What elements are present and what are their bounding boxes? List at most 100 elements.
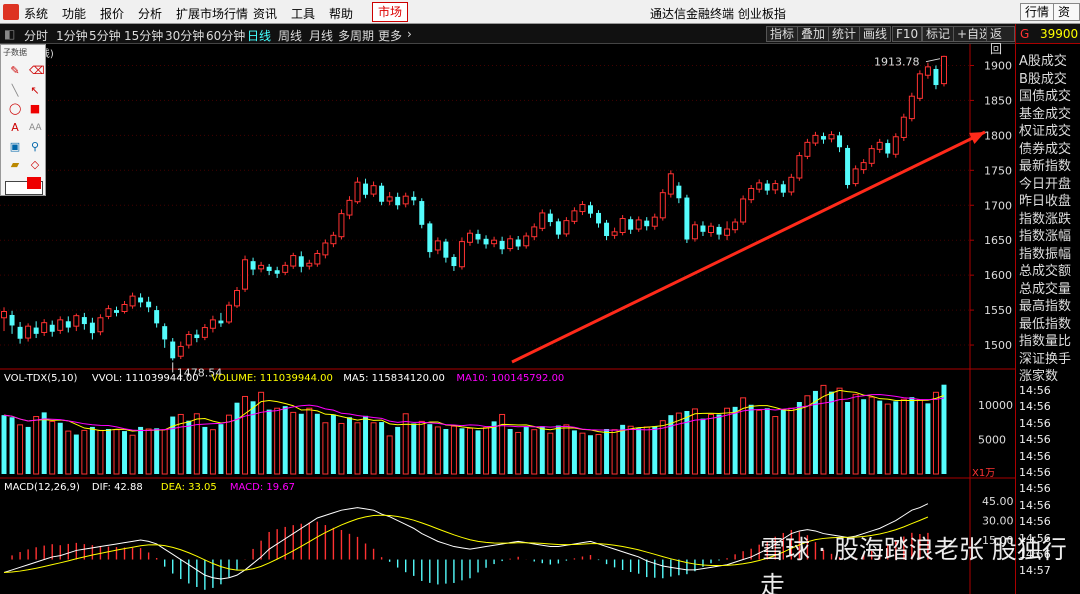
ellipse-icon[interactable]: ◯ [9, 103, 21, 115]
volume-bar [138, 426, 144, 474]
diamond-icon[interactable]: ◇ [29, 159, 41, 171]
info-item[interactable]: 昨日收盘 [1019, 190, 1071, 209]
color-swatch[interactable] [27, 177, 41, 189]
info-item[interactable]: 最低指数 [1019, 313, 1071, 332]
line-icon[interactable]: ╲ [9, 85, 21, 97]
candle-body [282, 264, 289, 273]
info-item[interactable]: 债券成交 [1019, 138, 1071, 157]
candle-body [97, 317, 104, 333]
menu-tools[interactable]: 工具 [291, 5, 315, 22]
draw-line-button[interactable]: 画线 [859, 26, 892, 42]
candle-body [619, 218, 626, 234]
menu-system[interactable]: 系统 [24, 5, 48, 22]
eraser-icon[interactable]: ⌫ [29, 65, 45, 77]
info-item[interactable]: 深证换手 [1019, 348, 1071, 367]
candle-body [138, 297, 144, 303]
candle-body [458, 241, 465, 268]
info-item[interactable]: 今日开盘 [1019, 173, 1071, 192]
candle-body [933, 68, 939, 86]
toggle-panel-icon[interactable]: ◧ [4, 27, 15, 41]
quote-button[interactable]: 行情 [1020, 3, 1055, 21]
pencil-icon[interactable]: ✎ [9, 65, 21, 77]
info-item[interactable]: A股成交 [1019, 50, 1067, 69]
candle-body [379, 185, 385, 202]
period-30min[interactable]: 30分钟 [165, 27, 204, 44]
high-pointer [925, 58, 941, 63]
info-item[interactable]: 指数振幅 [1019, 243, 1071, 262]
info-item[interactable]: 总成交额 [1019, 260, 1071, 279]
info-item[interactable]: 总成交量 [1019, 278, 1071, 297]
candle-body [451, 256, 457, 267]
candle-body [290, 255, 297, 267]
macd-tick-label: 30.00 [982, 515, 1014, 528]
trade-time: 14:56 [1019, 515, 1051, 529]
volume-bar [81, 429, 88, 475]
info-item[interactable]: 指数涨幅 [1019, 225, 1071, 244]
price-tick-label: 1850 [984, 94, 1012, 107]
info-item[interactable]: 权证成交 [1019, 120, 1071, 139]
candle-body [547, 213, 553, 223]
market-tab[interactable]: 市场 [372, 2, 408, 22]
candle-body [772, 183, 779, 191]
candle-body [419, 201, 425, 225]
period-weekly[interactable]: 周线 [278, 27, 302, 44]
rectangle-icon[interactable]: ■ [29, 103, 41, 115]
volume-bar [322, 422, 329, 475]
folder-icon[interactable]: ▰ [9, 159, 21, 171]
text-style-icon[interactable]: AA [29, 122, 42, 134]
menu-help[interactable]: 帮助 [329, 5, 353, 22]
info-item[interactable]: 基金成交 [1019, 103, 1071, 122]
statistics-button[interactable]: 统计 [828, 26, 861, 42]
news-button[interactable]: 资讯 [1053, 3, 1080, 21]
volume-bar [595, 434, 602, 475]
period-more[interactable]: 更多 [378, 27, 402, 44]
zoom-icon[interactable]: ⚲ [29, 141, 41, 153]
trade-time: 14:56 [1019, 449, 1051, 463]
period-60min[interactable]: 60分钟 [206, 27, 245, 44]
info-item[interactable]: 指数量比 [1019, 330, 1071, 349]
info-item[interactable]: 涨家数 [1019, 365, 1058, 384]
volume-bar [691, 408, 698, 475]
period-15min[interactable]: 15分钟 [124, 27, 163, 44]
candle-body [475, 233, 481, 240]
candle-body [258, 264, 265, 270]
volume-bar [491, 421, 497, 474]
arrow-tool-icon[interactable]: ↖ [29, 85, 41, 97]
info-item[interactable]: 最新指数 [1019, 155, 1071, 174]
candle-body [644, 220, 650, 227]
candle-body [828, 134, 835, 140]
volume-bar [877, 400, 883, 474]
volume-bar [563, 424, 570, 475]
period-1min[interactable]: 1分钟 [56, 27, 88, 44]
text-tool-icon[interactable]: A [9, 122, 21, 134]
menu-quote[interactable]: 报价 [100, 5, 124, 22]
indicator-button[interactable]: 指标 [766, 26, 799, 42]
chevron-right-icon[interactable]: › [407, 27, 412, 41]
volume-bar [418, 420, 425, 475]
menu-news[interactable]: 资讯 [253, 5, 277, 22]
candle-body [1, 310, 8, 319]
info-item[interactable]: 最高指数 [1019, 295, 1071, 314]
f10-button[interactable]: F10 [892, 26, 923, 42]
candle-body [33, 327, 39, 334]
volume-bar [154, 428, 160, 474]
menu-analysis[interactable]: 分析 [138, 5, 162, 22]
info-item[interactable]: 指数涨跌 [1019, 208, 1071, 227]
period-daily[interactable]: 日线 [247, 27, 271, 44]
volume-bar [780, 409, 786, 474]
period-multi[interactable]: 多周期 [338, 27, 374, 44]
menu-extended-market[interactable]: 扩展市场行情 [176, 5, 248, 22]
volume-bar [427, 424, 433, 474]
period-5min[interactable]: 5分钟 [89, 27, 121, 44]
candle-body [684, 197, 690, 240]
image-tool-icon[interactable]: ▣ [9, 141, 21, 153]
overlay-button[interactable]: 叠加 [797, 26, 830, 42]
menu-function[interactable]: 功能 [62, 5, 86, 22]
period-monthly[interactable]: 月线 [309, 27, 333, 44]
back-button[interactable]: 返回 [986, 26, 1015, 56]
period-intraday[interactable]: 分时 [24, 27, 48, 44]
info-item[interactable]: 国债成交 [1019, 85, 1071, 104]
mark-button[interactable]: 标记 [922, 26, 955, 42]
volume-bar [386, 435, 393, 475]
info-item[interactable]: B股成交 [1019, 68, 1067, 87]
